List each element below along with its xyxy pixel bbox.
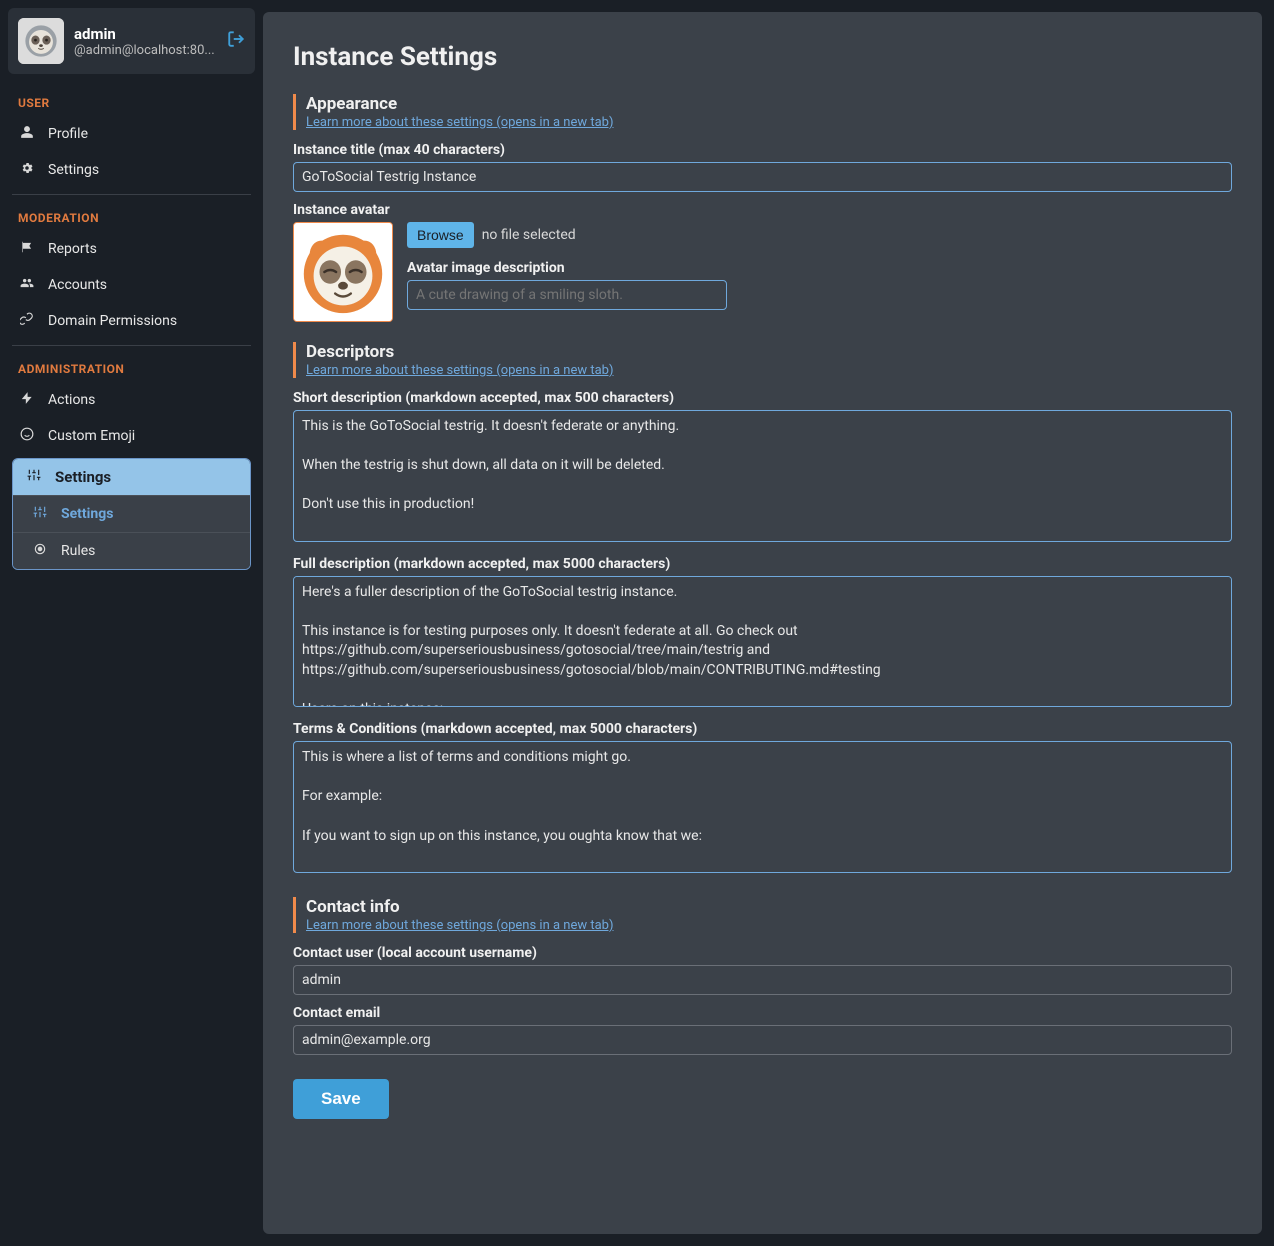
- settings-panel: Instance Settings Appearance Learn more …: [263, 12, 1262, 1234]
- nav-label: Rules: [61, 543, 95, 559]
- nav-reports[interactable]: Reports: [8, 231, 255, 267]
- user-icon: [18, 125, 36, 143]
- nav-actions[interactable]: Actions: [8, 382, 255, 418]
- divider: [12, 194, 251, 195]
- contact-user-input[interactable]: [293, 965, 1232, 995]
- instance-title-input[interactable]: [293, 162, 1232, 192]
- instance-avatar-label: Instance avatar: [293, 202, 1232, 218]
- nav-section-administration: ADMINISTRATION: [8, 352, 255, 382]
- full-desc-textarea[interactable]: [293, 576, 1232, 708]
- sliders-icon: [31, 505, 49, 523]
- nav-label: Profile: [48, 126, 88, 142]
- terms-label: Terms & Conditions (markdown accepted, m…: [293, 721, 1232, 737]
- no-file-text: no file selected: [482, 227, 576, 243]
- nav-label: Reports: [48, 241, 97, 257]
- user-info: admin @admin@localhost:80...: [74, 25, 217, 58]
- save-button[interactable]: Save: [293, 1079, 389, 1119]
- nav-domain-permissions[interactable]: Domain Permissions: [8, 303, 255, 339]
- gear-icon: [18, 161, 36, 179]
- logout-icon[interactable]: [227, 30, 245, 53]
- nav-label: Actions: [48, 392, 95, 408]
- short-desc-label: Short description (markdown accepted, ma…: [293, 390, 1232, 406]
- learn-more-link[interactable]: Learn more about these settings (opens i…: [306, 918, 614, 933]
- avatar-desc-label: Avatar image description: [407, 260, 1232, 276]
- nav-profile[interactable]: Profile: [8, 116, 255, 152]
- section-title: Contact info: [306, 897, 1232, 917]
- nav-label: Settings: [48, 162, 99, 178]
- page-title: Instance Settings: [293, 42, 1232, 72]
- instance-title-label: Instance title (max 40 characters): [293, 142, 1232, 158]
- sloth-icon: [294, 223, 392, 321]
- nav-label: Accounts: [48, 277, 107, 293]
- section-descriptors: Descriptors Learn more about these setti…: [293, 342, 1232, 378]
- user-handle: @admin@localhost:80...: [74, 43, 217, 58]
- nav-settings-group-header[interactable]: Settings: [13, 459, 250, 495]
- full-desc-label: Full description (markdown accepted, max…: [293, 556, 1232, 572]
- contact-email-label: Contact email: [293, 1005, 1232, 1021]
- nav-section-moderation: MODERATION: [8, 201, 255, 231]
- nav-label: Custom Emoji: [48, 428, 135, 444]
- contact-email-input[interactable]: [293, 1025, 1232, 1055]
- short-desc-textarea[interactable]: [293, 410, 1232, 542]
- nav-sub-settings[interactable]: Settings: [13, 495, 250, 532]
- nav-label: Settings: [61, 506, 113, 522]
- avatar-preview: [293, 222, 393, 322]
- nav-sub-rules[interactable]: Rules: [13, 532, 250, 569]
- contact-user-label: Contact user (local account username): [293, 945, 1232, 961]
- bolt-icon: [18, 391, 36, 409]
- users-icon: [18, 276, 36, 294]
- user-avatar: [18, 18, 64, 64]
- user-card: admin @admin@localhost:80...: [8, 8, 255, 74]
- dot-icon: [31, 542, 49, 560]
- nav-settings-group: Settings Settings Rules: [12, 458, 251, 570]
- user-display-name: admin: [74, 25, 217, 43]
- nav-label: Domain Permissions: [48, 313, 177, 329]
- section-title: Appearance: [306, 94, 1232, 114]
- sloth-icon: [18, 18, 64, 64]
- nav-section-user: USER: [8, 86, 255, 116]
- link-icon: [18, 312, 36, 330]
- terms-textarea[interactable]: [293, 741, 1232, 873]
- smile-icon: [18, 427, 36, 445]
- main-content: Instance Settings Appearance Learn more …: [263, 0, 1274, 1246]
- nav-label: Settings: [55, 468, 111, 486]
- nav-accounts[interactable]: Accounts: [8, 267, 255, 303]
- learn-more-link[interactable]: Learn more about these settings (opens i…: [306, 115, 614, 130]
- sliders-icon: [25, 468, 43, 486]
- nav-custom-emoji[interactable]: Custom Emoji: [8, 418, 255, 454]
- avatar-desc-input[interactable]: [407, 280, 727, 310]
- nav-settings[interactable]: Settings: [8, 152, 255, 188]
- learn-more-link[interactable]: Learn more about these settings (opens i…: [306, 363, 614, 378]
- section-appearance: Appearance Learn more about these settin…: [293, 94, 1232, 130]
- section-title: Descriptors: [306, 342, 1232, 362]
- flag-icon: [18, 240, 36, 258]
- sidebar: admin @admin@localhost:80... USER Profil…: [0, 0, 263, 1246]
- browse-button[interactable]: Browse: [407, 222, 474, 248]
- section-contact: Contact info Learn more about these sett…: [293, 897, 1232, 933]
- divider: [12, 345, 251, 346]
